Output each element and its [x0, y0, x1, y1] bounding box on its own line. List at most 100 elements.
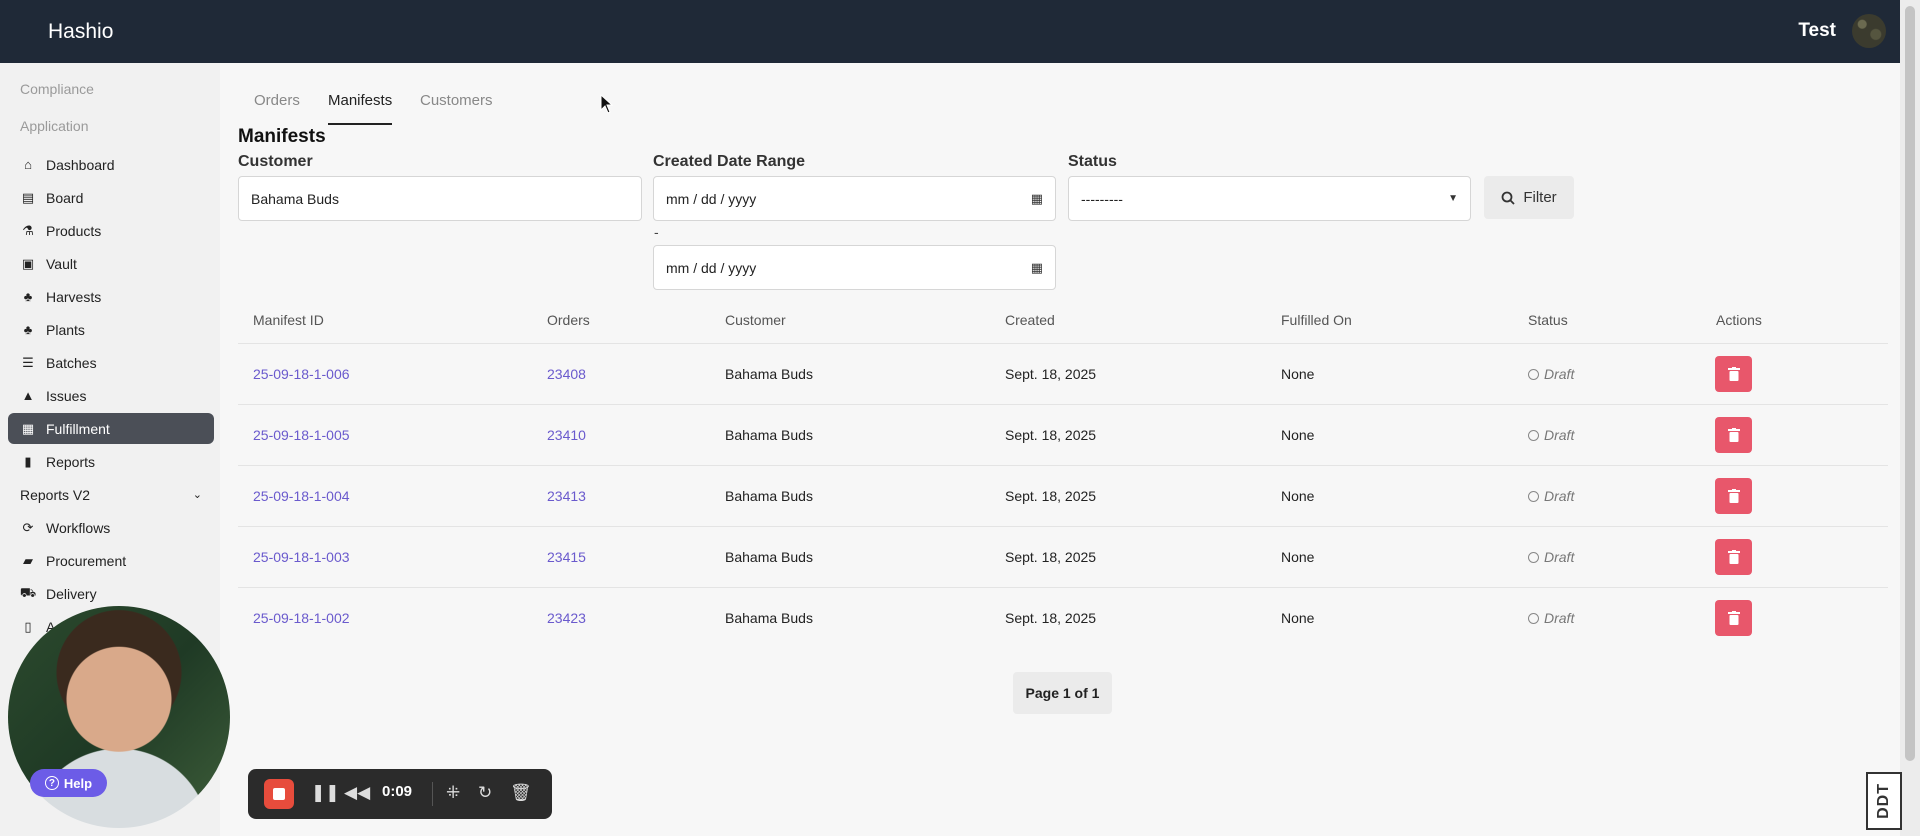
- bag-icon: ▰: [23, 552, 33, 568]
- order-link[interactable]: 23413: [547, 488, 586, 504]
- sidebar-item-label: Reports V2: [20, 486, 91, 503]
- corner-badge: DDT: [1866, 772, 1902, 830]
- delete-button[interactable]: [1715, 539, 1752, 575]
- warning-icon: ▲: [21, 388, 35, 403]
- sidebar-item-label: Issues: [46, 387, 87, 404]
- page-scrollbar[interactable]: [1900, 0, 1920, 836]
- created-cell: Sept. 18, 2025: [1005, 366, 1097, 382]
- user-name[interactable]: Test: [1798, 20, 1836, 42]
- vault-icon: ▣: [21, 255, 35, 271]
- sidebar-item-procurement[interactable]: ▰ Procurement: [8, 545, 214, 576]
- top-navbar: Hashio Test: [0, 0, 1900, 63]
- delete-button[interactable]: [1715, 356, 1752, 392]
- filter-button[interactable]: Filter: [1484, 176, 1574, 219]
- order-link[interactable]: 23423: [547, 610, 586, 626]
- calendar-icon[interactable]: ▦: [1031, 191, 1043, 207]
- delete-button[interactable]: [1715, 600, 1752, 636]
- tab-customers[interactable]: Customers: [420, 92, 493, 123]
- customer-cell: Bahama Buds: [725, 610, 813, 626]
- trash-icon: [1727, 611, 1740, 625]
- date-from-placeholder: mm / dd / yyyy: [666, 190, 757, 207]
- status-select[interactable]: --------- ▼: [1068, 176, 1471, 221]
- page-title: Manifests: [238, 126, 326, 147]
- customer-input[interactable]: Bahama Buds: [238, 176, 642, 221]
- restart-icon[interactable]: ↻: [478, 782, 492, 804]
- table-row: 25-09-18-1-006 23408 Bahama Buds Sept. 18, …: [238, 343, 1888, 404]
- manifest-id-link[interactable]: 25-09-18-1-003: [253, 549, 350, 565]
- grid-icon[interactable]: ⁜: [446, 782, 460, 804]
- status-badge: Draft: [1528, 366, 1574, 382]
- tab-manifests[interactable]: Manifests: [328, 92, 393, 125]
- chart-icon: ▮: [24, 453, 32, 469]
- order-link[interactable]: 23408: [547, 366, 586, 382]
- col-manifest-id[interactable]: Manifest ID: [253, 312, 324, 328]
- table-row: 25-09-18-1-005 23410 Bahama Buds Sept. 18, …: [238, 404, 1888, 465]
- sidebar-item-dashboard[interactable]: ⌂ Dashboard: [8, 149, 214, 180]
- sidebar-item-label: Dashboard: [46, 156, 115, 173]
- sidebar-heading-application[interactable]: Application: [20, 118, 89, 134]
- stop-recording-button[interactable]: [264, 779, 294, 809]
- date-separator: -: [654, 224, 659, 240]
- order-link[interactable]: 23410: [547, 427, 586, 443]
- col-created[interactable]: Created: [1005, 312, 1055, 328]
- manifest-id-link[interactable]: 25-09-18-1-002: [253, 610, 350, 626]
- fulfilled-on-cell: None: [1281, 488, 1315, 504]
- pagination: Page 1 of 1: [1013, 672, 1112, 714]
- draft-circle-icon: [1528, 551, 1539, 563]
- manifest-id-link[interactable]: 25-09-18-1-006: [253, 366, 350, 382]
- scrollbar-thumb[interactable]: [1905, 6, 1915, 761]
- sidebar-item-batches[interactable]: ☰ Batches: [8, 347, 214, 378]
- help-icon: ?: [44, 776, 59, 790]
- caret-down-icon: ▼: [1448, 193, 1458, 204]
- rewind-icon[interactable]: ◀◀: [344, 782, 370, 804]
- pause-icon[interactable]: ❚❚: [311, 782, 340, 804]
- customer-cell: Bahama Buds: [725, 488, 813, 504]
- sidebar-item-harvests[interactable]: ♣ Harvests: [8, 281, 214, 312]
- status-label: Status: [1068, 153, 1117, 170]
- brand-logo[interactable]: Hashio: [48, 20, 113, 44]
- status-badge: Draft: [1528, 427, 1574, 443]
- sidebar-item-reports[interactable]: ▮ Reports: [8, 446, 214, 477]
- draft-circle-icon: [1528, 490, 1539, 502]
- sidebar-item-fulfillment[interactable]: ▦ Fulfillment: [8, 413, 214, 444]
- sidebar-item-vault[interactable]: ▣ Vault: [8, 248, 214, 279]
- activity-icon: ▯: [24, 618, 32, 634]
- date-from-input[interactable]: mm / dd / yyyy ▦: [653, 176, 1056, 221]
- sidebar-item-plants[interactable]: ♣ Plants: [8, 314, 214, 345]
- chevron-down-icon[interactable]: ⌄: [193, 488, 202, 501]
- sidebar-item-products[interactable]: ⚗ Products: [8, 215, 214, 246]
- date-to-input[interactable]: mm / dd / yyyy ▦: [653, 245, 1056, 290]
- draft-circle-icon: [1528, 612, 1539, 624]
- col-fulfilled-on[interactable]: Fulfilled On: [1281, 312, 1352, 328]
- sidebar-item-label: Harvests: [46, 288, 102, 305]
- order-link[interactable]: 23415: [547, 549, 586, 565]
- col-customer[interactable]: Customer: [725, 312, 786, 328]
- sidebar-item-workflows[interactable]: ⟳ Workflows: [8, 512, 214, 543]
- help-button[interactable]: ? Help: [30, 769, 107, 797]
- manifest-id-link[interactable]: 25-09-18-1-005: [253, 427, 350, 443]
- calendar-icon[interactable]: ▦: [1031, 260, 1043, 276]
- sidebar-item-delivery[interactable]: ⛟ Delivery: [8, 578, 214, 609]
- col-status[interactable]: Status: [1528, 312, 1568, 328]
- customer-cell: Bahama Buds: [725, 549, 813, 565]
- col-orders[interactable]: Orders: [547, 312, 590, 328]
- batches-icon: ☰: [22, 354, 34, 370]
- sidebar-heading-compliance[interactable]: Compliance: [20, 81, 94, 97]
- sidebar-item-board[interactable]: ▤ Board: [8, 182, 214, 213]
- manifest-id-link[interactable]: 25-09-18-1-004: [253, 488, 350, 504]
- sidebar-item-reports-v2[interactable]: Reports V2 ⌄: [8, 479, 214, 510]
- delete-button[interactable]: [1715, 417, 1752, 453]
- trash-icon[interactable]: 🗑: [510, 782, 532, 804]
- status-text: Draft: [1544, 366, 1575, 382]
- fulfilled-on-cell: None: [1281, 427, 1315, 443]
- tab-orders[interactable]: Orders: [254, 92, 300, 123]
- date-range-label: Created Date Range: [653, 153, 806, 170]
- status-text: Draft: [1544, 549, 1575, 565]
- delete-button[interactable]: [1715, 478, 1752, 514]
- trash-icon: [1727, 489, 1740, 503]
- trash-icon: [1727, 367, 1740, 381]
- sidebar-item-issues[interactable]: ▲ Issues: [8, 380, 214, 411]
- sidebar-item-label: Procurement: [46, 552, 127, 569]
- status-badge: Draft: [1528, 549, 1574, 565]
- avatar[interactable]: [1852, 14, 1886, 48]
